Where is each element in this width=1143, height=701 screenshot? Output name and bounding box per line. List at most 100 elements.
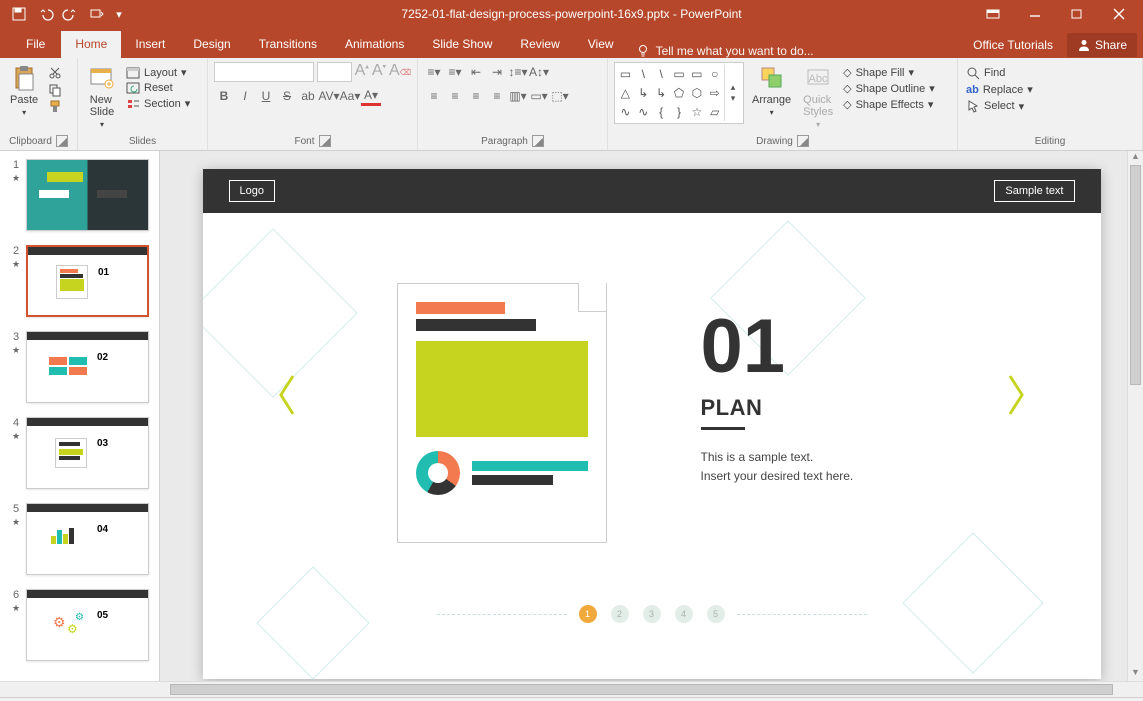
find-button[interactable]: Find: [964, 65, 1035, 81]
font-size-select[interactable]: [317, 62, 352, 82]
reset-icon: [126, 82, 140, 94]
tell-me-search[interactable]: Tell me what you want to do...: [636, 44, 814, 58]
numbering-button[interactable]: ≡▾: [445, 62, 465, 82]
group-clipboard-label: Clipboard: [9, 136, 52, 147]
start-from-beginning-icon[interactable]: [86, 3, 108, 25]
next-arrow[interactable]: 〉: [1006, 363, 1048, 424]
shape-outline-button[interactable]: ◇ Shape Outline ▾: [841, 81, 937, 96]
clear-formatting-button[interactable]: A⌫: [389, 62, 411, 82]
redo-icon[interactable]: [60, 3, 82, 25]
maximize-button[interactable]: [1057, 0, 1097, 28]
thumbnail-5[interactable]: 5★ 04: [10, 503, 149, 575]
close-button[interactable]: [1099, 0, 1139, 28]
shapes-gallery[interactable]: ▭\\▭▭○▴▾ △↳↳⬠⬡⇨ ∿∿{}☆▱: [614, 62, 744, 124]
slide-thumbnails-panel[interactable]: 1★ 2★ 01 3★ 02 4★: [0, 151, 160, 681]
scissors-icon: [48, 66, 62, 80]
text-direction-button[interactable]: A↕▾: [529, 62, 549, 82]
quick-styles-button[interactable]: Abc Quick Styles▾: [799, 62, 837, 131]
align-center-button[interactable]: ≡: [445, 86, 465, 106]
paragraph-launcher[interactable]: [532, 135, 544, 147]
paste-button[interactable]: Paste▾: [6, 62, 42, 119]
tab-home[interactable]: Home: [61, 31, 121, 58]
page-dot-1[interactable]: 1: [579, 605, 597, 623]
layout-button[interactable]: Layout ▾: [124, 65, 192, 80]
format-painter-button[interactable]: [46, 99, 64, 115]
font-family-select[interactable]: [214, 62, 314, 82]
page-dot-4[interactable]: 4: [675, 605, 693, 623]
shadow-button[interactable]: ab: [298, 86, 318, 106]
replace-button[interactable]: ab Replace ▾: [964, 82, 1035, 97]
bg-shape: [902, 532, 1043, 673]
font-color-button[interactable]: A▾: [361, 86, 381, 106]
slide[interactable]: Logo Sample text 〈 〉: [203, 169, 1101, 679]
horizontal-scrollbar[interactable]: [0, 681, 1143, 697]
copy-button[interactable]: [46, 82, 64, 98]
thumbnail-4[interactable]: 4★ 03: [10, 417, 149, 489]
columns-button[interactable]: ▥▾: [508, 86, 528, 106]
bg-shape: [256, 566, 369, 679]
tab-transitions[interactable]: Transitions: [245, 31, 331, 58]
page-dot-5[interactable]: 5: [707, 605, 725, 623]
font-launcher[interactable]: [319, 135, 331, 147]
animation-star-icon: ★: [12, 603, 20, 614]
italic-button[interactable]: I: [235, 86, 255, 106]
pagination: 1 2 3 4 5: [437, 605, 867, 623]
tab-insert[interactable]: Insert: [121, 31, 179, 58]
window-title: 7252-01-flat-design-process-powerpoint-1…: [401, 7, 741, 21]
arrange-button[interactable]: Arrange▾: [748, 62, 795, 119]
save-icon[interactable]: [8, 3, 30, 25]
drawing-launcher[interactable]: [797, 135, 809, 147]
tab-slideshow[interactable]: Slide Show: [418, 31, 506, 58]
prev-arrow[interactable]: 〈: [255, 363, 297, 424]
shape-effects-button[interactable]: ◇ Shape Effects ▾: [841, 97, 937, 112]
change-case-button[interactable]: Aa▾: [340, 86, 360, 106]
smartart-button[interactable]: ⬚▾: [550, 86, 570, 106]
decrease-indent-button[interactable]: ⇤: [466, 62, 486, 82]
office-tutorials-link[interactable]: Office Tutorials: [963, 32, 1063, 58]
thumbnail-6[interactable]: 6★ ⚙ ⚙ ⚙ 05: [10, 589, 149, 661]
tab-file[interactable]: File: [10, 31, 61, 58]
line-spacing-button[interactable]: ↕≡▾: [508, 62, 528, 82]
decrease-font-button[interactable]: A▾: [372, 62, 386, 82]
align-text-button[interactable]: ▭▾: [529, 86, 549, 106]
page-dot-3[interactable]: 3: [643, 605, 661, 623]
group-drawing-label: Drawing: [756, 136, 793, 147]
select-button[interactable]: Select ▾: [964, 98, 1035, 114]
underline-button[interactable]: U: [256, 86, 276, 106]
strikethrough-button[interactable]: S: [277, 86, 297, 106]
thumbnail-3[interactable]: 3★ 02: [10, 331, 149, 403]
svg-text:Abc: Abc: [809, 73, 828, 85]
bold-button[interactable]: B: [214, 86, 234, 106]
person-icon: [1077, 38, 1091, 52]
tab-review[interactable]: Review: [506, 31, 573, 58]
increase-font-button[interactable]: A▴: [355, 62, 369, 82]
tab-design[interactable]: Design: [179, 31, 244, 58]
tab-view[interactable]: View: [574, 31, 628, 58]
justify-button[interactable]: ≡: [487, 86, 507, 106]
minimize-button[interactable]: [1015, 0, 1055, 28]
vertical-scrollbar[interactable]: ▲▼: [1127, 151, 1143, 681]
page-dot-2[interactable]: 2: [611, 605, 629, 623]
char-spacing-button[interactable]: AV▾: [319, 86, 339, 106]
increase-indent-button[interactable]: ⇥: [487, 62, 507, 82]
document-graphic: [397, 283, 607, 543]
cut-button[interactable]: [46, 65, 64, 81]
section-button[interactable]: Section ▾: [124, 96, 192, 111]
share-button[interactable]: Share: [1067, 33, 1137, 57]
animation-star-icon: ★: [12, 345, 20, 356]
thumbnail-2[interactable]: 2★ 01: [10, 245, 149, 317]
animation-star-icon: ★: [12, 517, 20, 528]
thumbnail-1[interactable]: 1★: [10, 159, 149, 231]
bullets-button[interactable]: ≡▾: [424, 62, 444, 82]
slide-canvas[interactable]: Logo Sample text 〈 〉: [160, 151, 1143, 681]
tab-animations[interactable]: Animations: [331, 31, 418, 58]
new-slide-button[interactable]: New Slide▾: [84, 62, 120, 131]
ribbon-options-icon[interactable]: [973, 0, 1013, 28]
clipboard-launcher[interactable]: [56, 135, 68, 147]
qat-customize-icon[interactable]: ▾: [112, 3, 126, 25]
reset-button[interactable]: Reset: [124, 81, 192, 95]
shape-fill-button[interactable]: ◇ Shape Fill ▾: [841, 65, 937, 80]
undo-icon[interactable]: [34, 3, 56, 25]
align-left-button[interactable]: ≡: [424, 86, 444, 106]
align-right-button[interactable]: ≡: [466, 86, 486, 106]
